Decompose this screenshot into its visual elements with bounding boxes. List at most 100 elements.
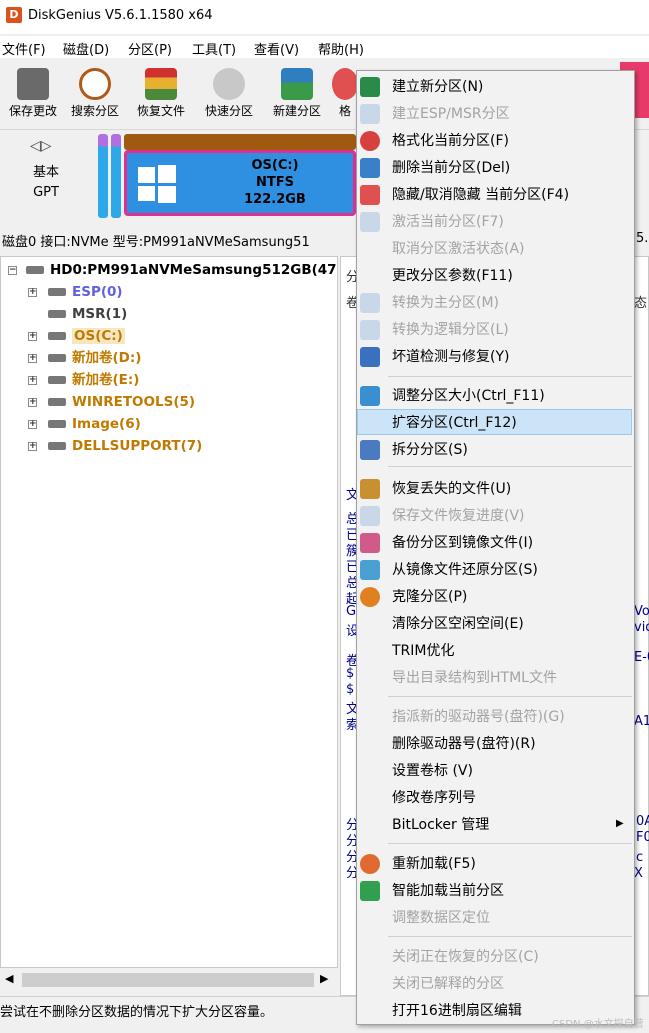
context-menu-item[interactable]: BitLocker 管理: [392, 816, 489, 834]
context-menu-item[interactable]: 备份分区到镜像文件(I): [392, 534, 533, 552]
context-menu-item[interactable]: 修改卷序列号: [392, 789, 476, 807]
tree-item-label: OS(C:): [72, 328, 125, 344]
recover-files-button[interactable]: 恢复文件: [128, 64, 194, 128]
context-menu-item[interactable]: 隐藏/取消隐藏 当前分区(F4): [392, 186, 569, 204]
menu-bar: 文件(F) 磁盘(D) 分区(P) 工具(T) 查看(V) 帮助(H): [0, 36, 649, 58]
menu-help[interactable]: 帮助(H): [318, 39, 364, 58]
expand-icon[interactable]: +: [28, 332, 37, 341]
tree-item-new-vol-e[interactable]: + 新加卷(E:): [28, 369, 139, 391]
detail-fragment: G: [346, 604, 357, 619]
context-menu-item[interactable]: 删除当前分区(Del): [392, 159, 510, 177]
expand-icon[interactable]: +: [28, 376, 37, 385]
menu-item-icon: [360, 185, 380, 205]
menu-item-icon: [360, 854, 380, 874]
watermark: CSDN @水文探自营: [552, 1019, 644, 1030]
context-menu-item[interactable]: 设置卷标 (V): [392, 762, 473, 780]
menu-file[interactable]: 文件(F): [2, 39, 46, 58]
magnifier-icon: [79, 68, 111, 100]
tree-item-label: 新加卷(E:): [72, 372, 140, 388]
detail-fragment: c: [636, 850, 644, 865]
save-changes-button[interactable]: 保存更改: [0, 64, 66, 128]
tree-item-label: WINRETOOLS(5): [72, 394, 196, 410]
search-partition-button[interactable]: 搜索分区: [62, 64, 128, 128]
windows-logo-icon: [138, 165, 176, 203]
menu-view[interactable]: 查看(V): [254, 39, 299, 58]
tree-item-dellsupport[interactable]: + DELLSUPPORT(7): [28, 435, 202, 457]
disk-icon: [213, 68, 245, 100]
tree-item-winretools[interactable]: + WINRETOOLS(5): [28, 391, 195, 413]
context-menu-item[interactable]: 打开16进制扇区编辑: [392, 1002, 522, 1020]
tree-item-label: DELLSUPPORT(7): [72, 438, 203, 454]
tree-item-os-c[interactable]: + OS(C:): [28, 325, 125, 347]
context-menu-item[interactable]: 调整分区大小(Ctrl_F11): [392, 387, 545, 405]
partition-icon: [48, 288, 66, 296]
msr-partition-bar[interactable]: [111, 134, 121, 218]
scroll-right-icon[interactable]: ▶: [320, 972, 328, 985]
menu-item-icon: [360, 386, 380, 406]
context-menu-item[interactable]: 扩容分区(Ctrl_F12): [392, 414, 517, 432]
context-menu-item: 转换为主分区(M): [392, 295, 500, 311]
context-menu-item[interactable]: 建立新分区(N): [392, 78, 483, 96]
menu-separator: [388, 843, 632, 844]
context-menu-item: 调整数据区定位: [392, 910, 490, 926]
menu-item-icon: [360, 533, 380, 553]
context-menu-item[interactable]: 坏道检测与修复(Y): [392, 348, 509, 366]
context-menu-item: 转换为逻辑分区(L): [392, 322, 509, 338]
os-partition-label: OS(C:) NTFS 122.2GB: [244, 158, 306, 207]
detail-fragment: 0A: [636, 814, 649, 829]
menu-separator: [388, 696, 632, 697]
tree-item-esp[interactable]: + ESP(0): [28, 281, 123, 303]
detail-fragment: F0: [636, 830, 649, 845]
expand-icon[interactable]: +: [28, 420, 37, 429]
context-menu-item[interactable]: 清除分区空闲空间(E): [392, 615, 524, 633]
context-menu-item: 导出目录结构到HTML文件: [392, 670, 557, 686]
context-menu-item[interactable]: 克隆分区(P): [392, 588, 467, 606]
window-title: DiskGenius V5.6.1.1580 x64: [28, 8, 213, 23]
new-partition-button[interactable]: 新建分区: [264, 64, 330, 128]
context-menu-item[interactable]: 恢复丢失的文件(U): [392, 480, 511, 498]
menu-item-icon: [360, 587, 380, 607]
context-menu-item[interactable]: 更改分区参数(F11): [392, 267, 513, 285]
detail-fragment: $: [346, 666, 355, 681]
esp-partition-bar[interactable]: [98, 134, 108, 218]
context-menu-item[interactable]: 拆分分区(S): [392, 441, 468, 459]
tree-item-label: 新加卷(D:): [72, 350, 142, 366]
menu-disk[interactable]: 磁盘(D): [63, 39, 109, 58]
context-menu-item[interactable]: 从镜像文件还原分区(S): [392, 561, 538, 579]
submenu-arrow-icon: ▶: [616, 818, 624, 829]
tree-item-msr[interactable]: MSR(1): [28, 303, 127, 325]
tree-disk-node[interactable]: − HD0:PM991aNVMeSamsung512GB(47: [8, 259, 337, 281]
partition-icon: [48, 354, 66, 362]
context-menu-item[interactable]: TRIM优化: [392, 642, 455, 660]
menu-item-icon: [360, 506, 380, 526]
detail-fragment: X: [634, 866, 643, 881]
context-menu-item[interactable]: 智能加载当前分区: [392, 882, 504, 900]
menu-partition[interactable]: 分区(P): [128, 39, 172, 58]
menu-item-icon: [360, 293, 380, 313]
context-menu-item[interactable]: 重新加载(F5): [392, 855, 476, 873]
context-menu-item[interactable]: 删除驱动器号(盘符)(R): [392, 735, 536, 753]
menu-separator: [388, 376, 632, 377]
quick-partition-button[interactable]: 快速分区: [196, 64, 262, 128]
title-bar: D DiskGenius V5.6.1.1580 x64: [0, 0, 649, 34]
expand-icon[interactable]: +: [28, 442, 37, 451]
expand-icon[interactable]: +: [28, 398, 37, 407]
menu-tools[interactable]: 工具(T): [192, 39, 236, 58]
tree-item-image[interactable]: + Image(6): [28, 413, 141, 435]
context-menu-item[interactable]: 格式化当前分区(F): [392, 132, 509, 150]
menu-item-icon: [360, 881, 380, 901]
detail-fragment: 态: [634, 296, 648, 311]
menu-separator: [388, 466, 632, 467]
expand-icon[interactable]: +: [28, 354, 37, 363]
menu-item-icon: [360, 347, 380, 367]
scrollbar-thumb[interactable]: [22, 973, 314, 987]
tree-item-new-vol-d[interactable]: + 新加卷(D:): [28, 347, 141, 369]
scroll-left-icon[interactable]: ◀: [5, 972, 13, 985]
disk-nav-arrows-icon[interactable]: ◁▷: [30, 138, 52, 154]
collapse-icon[interactable]: −: [8, 266, 17, 275]
expand-icon[interactable]: +: [28, 288, 37, 297]
detail-fragment: Vo: [634, 604, 649, 619]
partition-icon: [48, 398, 66, 406]
recover-icon: [145, 68, 177, 100]
menu-item-icon: [360, 158, 380, 178]
